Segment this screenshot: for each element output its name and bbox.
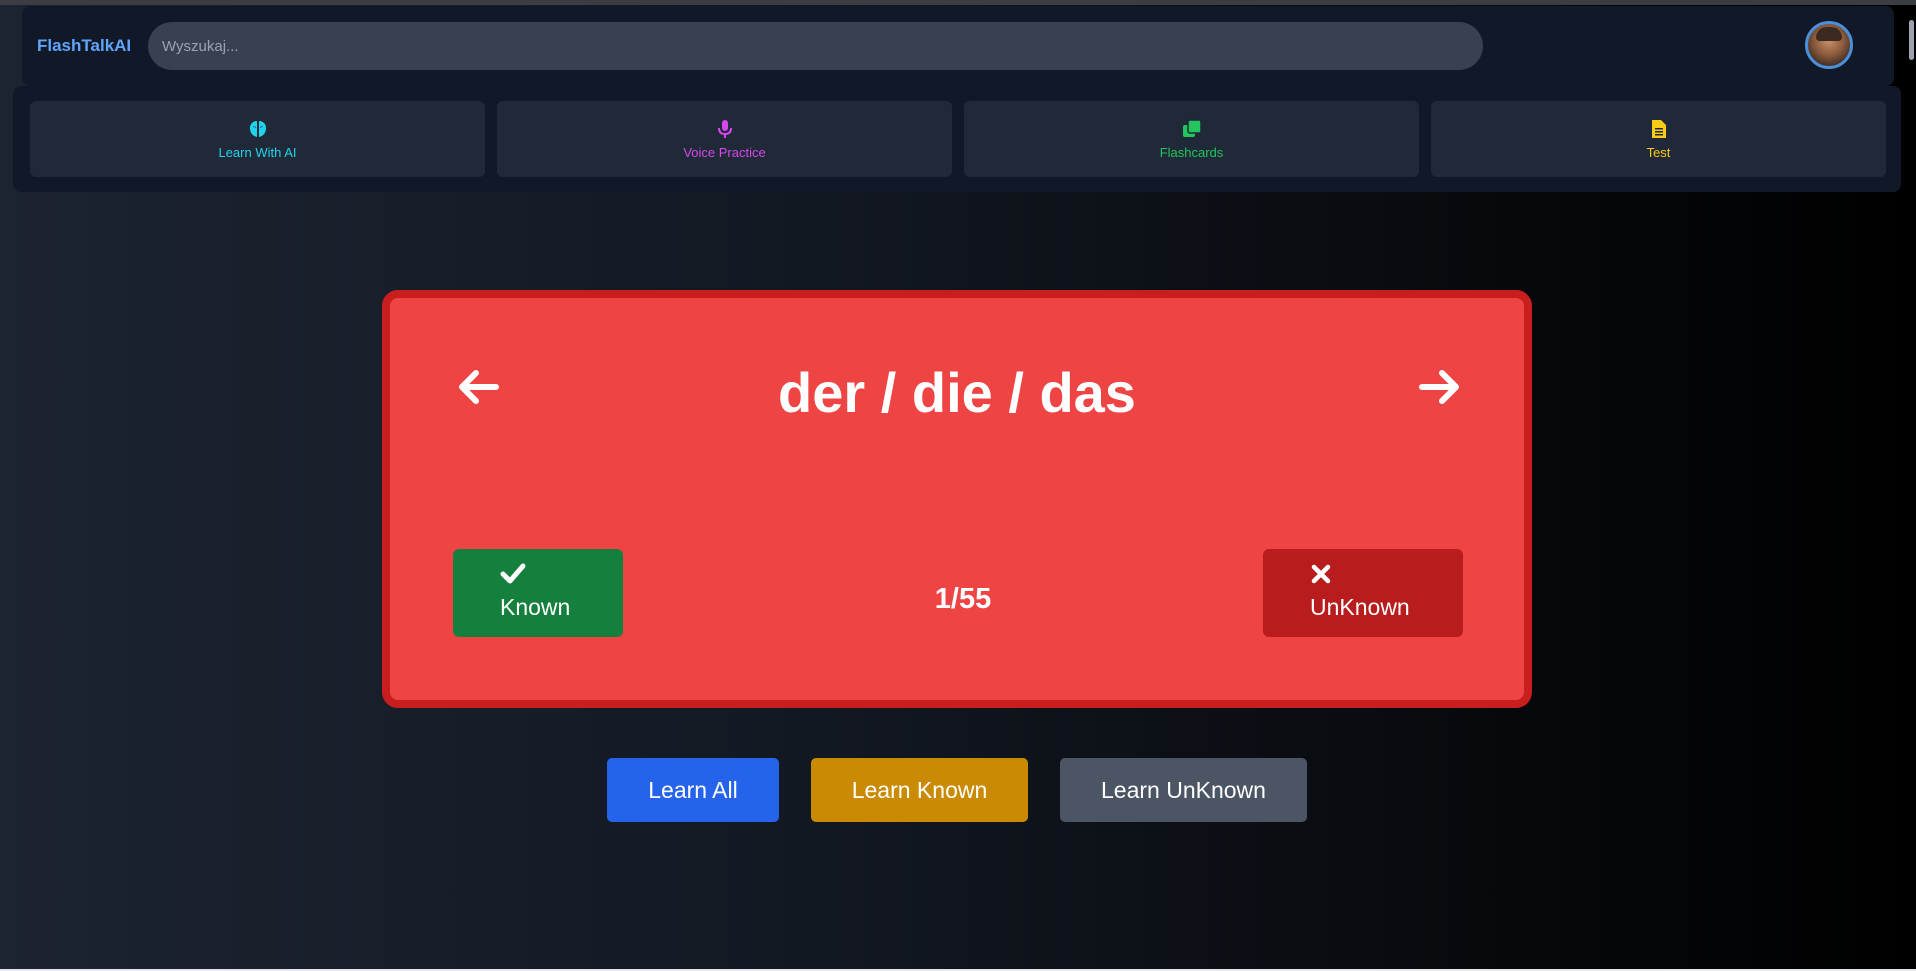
microphone-icon xyxy=(715,119,735,139)
next-arrow-icon[interactable] xyxy=(1417,364,1463,410)
known-button[interactable]: Known xyxy=(453,549,623,637)
flashcard-word: der / die / das xyxy=(778,361,1136,424)
nav-label-learn-with-ai: Learn With AI xyxy=(218,144,297,160)
known-button-label: Known xyxy=(500,594,571,620)
nav-label-test: Test xyxy=(1646,144,1671,160)
learn-unknown-button[interactable]: Learn UnKnown xyxy=(1060,758,1307,822)
card-counter: 1/55 xyxy=(934,583,992,615)
nav-label-flashcards: Flashcards xyxy=(1159,144,1224,160)
learn-known-button[interactable]: Learn Known xyxy=(811,758,1028,822)
nav-flashcards[interactable]: Flashcards xyxy=(964,101,1419,177)
clone-icon xyxy=(1182,118,1202,139)
learn-all-button[interactable]: Learn All xyxy=(607,758,779,822)
unknown-button-label: UnKnown xyxy=(1310,594,1410,620)
nav-voice-practice[interactable]: Voice Practice xyxy=(497,101,952,177)
app-logo[interactable]: FlashTalkAI xyxy=(37,36,131,56)
nav-learn-with-ai[interactable]: Learn With AI xyxy=(30,101,485,177)
avatar-hair xyxy=(1816,27,1842,41)
flashcard[interactable]: der / die / das Known 1/55 UnKnown xyxy=(382,290,1532,708)
window-top-border xyxy=(0,0,1916,5)
nav-test[interactable]: Test xyxy=(1431,101,1886,177)
check-icon xyxy=(500,563,526,584)
scrollbar-thumb[interactable] xyxy=(1909,20,1914,60)
document-icon xyxy=(1649,119,1669,139)
feature-nav: Learn With AI Voice Practice Flashcards xyxy=(13,86,1901,192)
close-icon xyxy=(1311,564,1331,584)
unknown-button[interactable]: UnKnown xyxy=(1263,549,1463,637)
top-bar: FlashTalkAI xyxy=(22,6,1894,86)
nav-label-voice-practice: Voice Practice xyxy=(683,144,766,160)
user-avatar[interactable] xyxy=(1805,21,1853,69)
brain-icon xyxy=(248,119,268,139)
search-input[interactable] xyxy=(148,22,1483,70)
